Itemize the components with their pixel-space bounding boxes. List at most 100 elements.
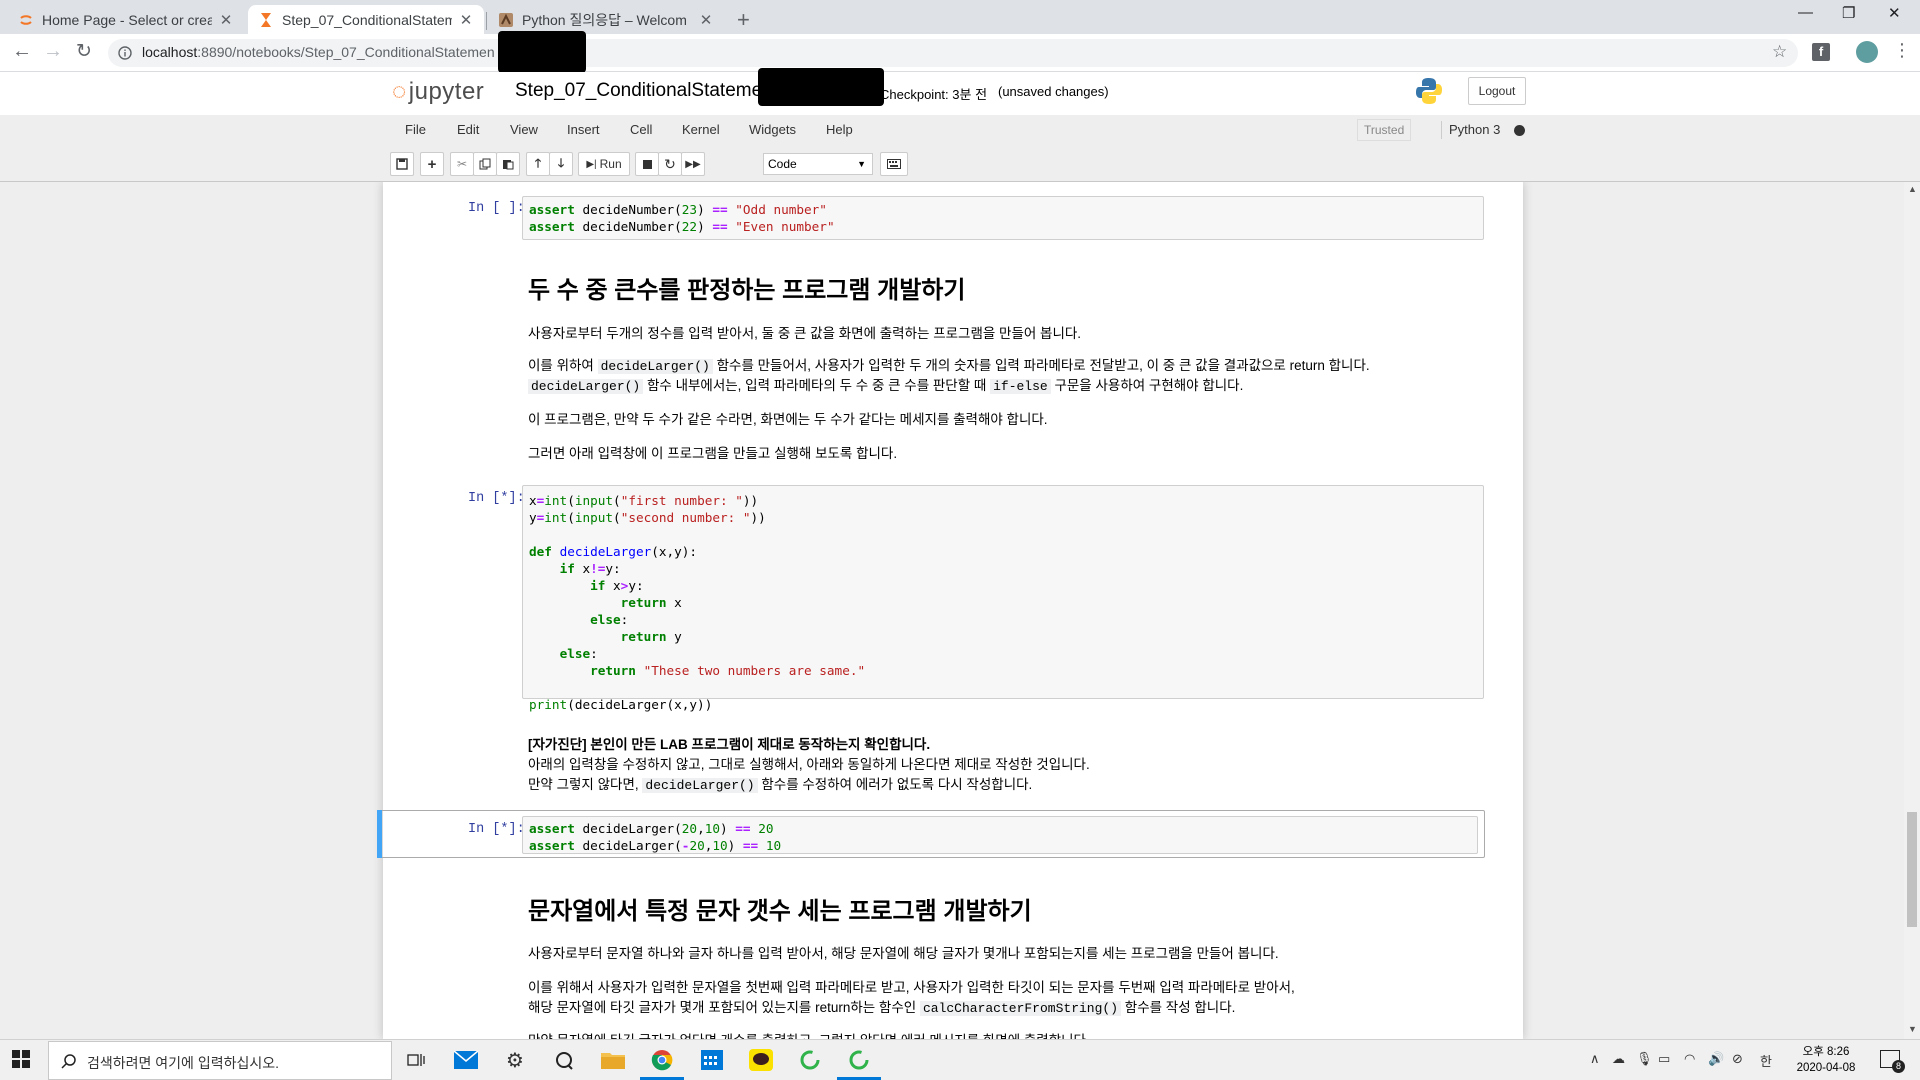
volume-icon[interactable]: 🔊 xyxy=(1708,1051,1724,1067)
profile-avatar[interactable] xyxy=(1856,41,1878,63)
code-cell-input[interactable]: assert decideLarger(20,10) == 20 assert … xyxy=(522,816,1478,854)
calendar-app-icon[interactable] xyxy=(699,1048,725,1072)
menu-help[interactable]: Help xyxy=(826,122,853,137)
chrome-app-icon[interactable] xyxy=(640,1048,684,1080)
move-up-button[interactable]: 🡑 xyxy=(526,152,550,176)
tab-home-page[interactable]: Home Page - Select or create ✕ xyxy=(8,5,244,34)
stop-icon xyxy=(642,159,652,169)
microphone-icon[interactable]: 🎙 xyxy=(1636,1051,1653,1067)
no-sound-icon[interactable]: ⊘ xyxy=(1732,1051,1743,1067)
code-line: def decideLarger(x,y): xyxy=(529,544,698,559)
task-view-icon[interactable] xyxy=(403,1048,429,1072)
jupyter-header: ◌jupyter Step_07_ConditionalStateme Chec… xyxy=(0,68,1920,115)
menu-insert[interactable]: Insert xyxy=(567,122,600,137)
run-button[interactable]: ▶| Run xyxy=(578,152,630,176)
taskbar-search-box[interactable]: 검색하려면 여기에 입력하십시오. xyxy=(48,1041,392,1080)
notebook-name[interactable]: Step_07_ConditionalStateme xyxy=(515,80,762,102)
menu-kernel[interactable]: Kernel xyxy=(682,122,720,137)
interrupt-button[interactable] xyxy=(635,152,659,176)
ime-indicator[interactable]: 한 xyxy=(1760,1051,1772,1070)
menu-cell[interactable]: Cell xyxy=(630,122,652,137)
cortana-icon[interactable] xyxy=(551,1048,577,1072)
cut-button[interactable]: ✂ xyxy=(450,152,474,176)
copy-button[interactable] xyxy=(473,152,497,176)
close-tab-icon[interactable]: ✕ xyxy=(458,11,474,29)
cell-prompt: In [ ]: xyxy=(468,201,525,216)
trusted-indicator[interactable]: Trusted xyxy=(1357,119,1412,141)
python-logo-icon xyxy=(1416,78,1442,104)
notebook-toolbar: + ✂ 🡑 🡓 ▶| Run ↻ ▶▶ Code ▼ xyxy=(388,150,1528,180)
code-cell-input[interactable]: x=int(input("first number: ")) y=int(inp… xyxy=(522,485,1484,712)
kernel-name[interactable]: Python 3 xyxy=(1449,122,1500,137)
windows-taskbar: 검색하려면 여기에 입력하십시오. ⚙ ∧ ☁ 🎙 ▭ ◠ 🔊 ⊘ 한 오후 8… xyxy=(0,1039,1920,1080)
section-heading: 문자열에서 특정 문자 갯수 세는 프로그램 개발하기 xyxy=(528,898,1032,925)
markdown-paragraph: 이 프로그램은, 만약 두 수가 같은 수라면, 화면에는 두 수가 같다는 메… xyxy=(528,412,1048,427)
arrow-down-icon: 🡓 xyxy=(557,155,565,170)
code-line: if x!=y: xyxy=(559,561,621,576)
close-tab-icon[interactable]: ✕ xyxy=(218,11,234,29)
file-explorer-icon[interactable] xyxy=(600,1048,626,1072)
jupyter-orbit-icon: ◌ xyxy=(392,78,407,105)
notification-count-badge: 8 xyxy=(1892,1060,1905,1073)
dropdown-arrow-icon: ▼ xyxy=(857,159,866,169)
sync-app-icon[interactable] xyxy=(797,1048,823,1072)
page-scrollbar[interactable]: ▲ ▼ xyxy=(1904,182,1920,1039)
insert-cell-button[interactable]: + xyxy=(420,152,444,176)
settings-gear-icon[interactable]: ⚙ xyxy=(502,1048,528,1072)
bookmark-star-icon[interactable]: ☆ xyxy=(1772,42,1787,62)
onedrive-icon[interactable]: ☁ xyxy=(1612,1051,1625,1067)
jupyter-logo[interactable]: ◌jupyter xyxy=(392,78,484,106)
tab-notebook[interactable]: Step_07_ConditionalStatem ✕ xyxy=(248,5,484,34)
mail-app-icon[interactable] xyxy=(453,1048,479,1072)
redaction-block xyxy=(498,31,586,73)
tray-expand-icon[interactable]: ∧ xyxy=(1590,1051,1600,1067)
step-forward-icon: ▶| xyxy=(586,158,597,170)
close-tab-icon[interactable]: ✕ xyxy=(698,11,714,29)
inline-code: decideLarger() xyxy=(597,359,713,374)
save-button[interactable] xyxy=(390,152,414,176)
tab-python-qna[interactable]: Python 질의응답 – Welcom ✕ xyxy=(488,5,724,34)
battery-icon[interactable]: ▭ xyxy=(1658,1051,1670,1067)
move-down-button[interactable]: 🡓 xyxy=(549,152,573,176)
paste-button[interactable] xyxy=(496,152,520,176)
cell-type-select[interactable]: Code ▼ xyxy=(763,153,873,175)
command-palette-button[interactable] xyxy=(880,152,908,176)
scissors-icon: ✂ xyxy=(456,157,468,171)
sync-app-icon-active[interactable] xyxy=(837,1048,881,1080)
address-bar[interactable]: localhost:8890/notebooks/Step_07_Conditi… xyxy=(108,31,1798,73)
logout-button[interactable]: Logout xyxy=(1468,77,1526,105)
menu-file[interactable]: File xyxy=(405,122,426,137)
arrow-up-icon: 🡑 xyxy=(534,155,542,170)
reload-icon[interactable]: ↻ xyxy=(76,40,92,63)
url-host: localhost xyxy=(142,44,198,60)
restart-button[interactable]: ↻ xyxy=(658,152,682,176)
scrollbar-thumb[interactable] xyxy=(1907,812,1917,927)
close-window-icon[interactable]: ✕ xyxy=(1888,4,1901,22)
jupyter-favicon-icon xyxy=(20,14,32,25)
forward-icon[interactable]: → xyxy=(43,40,63,63)
markdown-paragraph: 해당 문자열에 타깃 글자가 몇개 포함되어 있는지를 return하는 함수인… xyxy=(528,998,1235,1019)
back-icon[interactable]: ← xyxy=(12,40,32,63)
wifi-icon[interactable]: ◠ xyxy=(1684,1051,1695,1067)
windows-start-icon[interactable] xyxy=(12,1050,30,1068)
restart-run-all-button[interactable]: ▶▶ xyxy=(681,152,705,176)
extension-icon[interactable]: f xyxy=(1812,43,1830,61)
taskbar-clock[interactable]: 오후 8:26 2020-04-08 xyxy=(1790,1044,1862,1076)
menu-widgets[interactable]: Widgets xyxy=(749,122,796,137)
browser-menu-icon[interactable]: ⋮ xyxy=(1893,40,1911,61)
cell-type-value: Code xyxy=(768,157,797,171)
scroll-down-icon[interactable]: ▼ xyxy=(1908,1024,1917,1034)
menu-edit[interactable]: Edit xyxy=(457,122,479,137)
scroll-up-icon[interactable]: ▲ xyxy=(1908,184,1917,194)
minimize-icon[interactable]: — xyxy=(1798,4,1813,21)
tab-title: Step_07_ConditionalStatem xyxy=(282,11,452,28)
code-cell-input[interactable]: assert decideNumber(23) == "Odd number" … xyxy=(522,196,1484,240)
text-span: 함수를 만들어서, 사용자가 입력한 두 개의 숫자를 입력 파라메타로 전달받… xyxy=(716,358,1370,373)
info-icon[interactable] xyxy=(118,46,132,60)
new-tab-icon[interactable]: + xyxy=(737,7,750,33)
code-line: assert decideNumber(23) == "Odd number" xyxy=(529,202,827,217)
menu-view[interactable]: View xyxy=(510,122,538,137)
restore-icon[interactable]: ❐ xyxy=(1842,4,1855,22)
kakaotalk-app-icon[interactable] xyxy=(748,1048,774,1072)
text-span: 만약 그렇지 않다면, xyxy=(528,777,639,792)
